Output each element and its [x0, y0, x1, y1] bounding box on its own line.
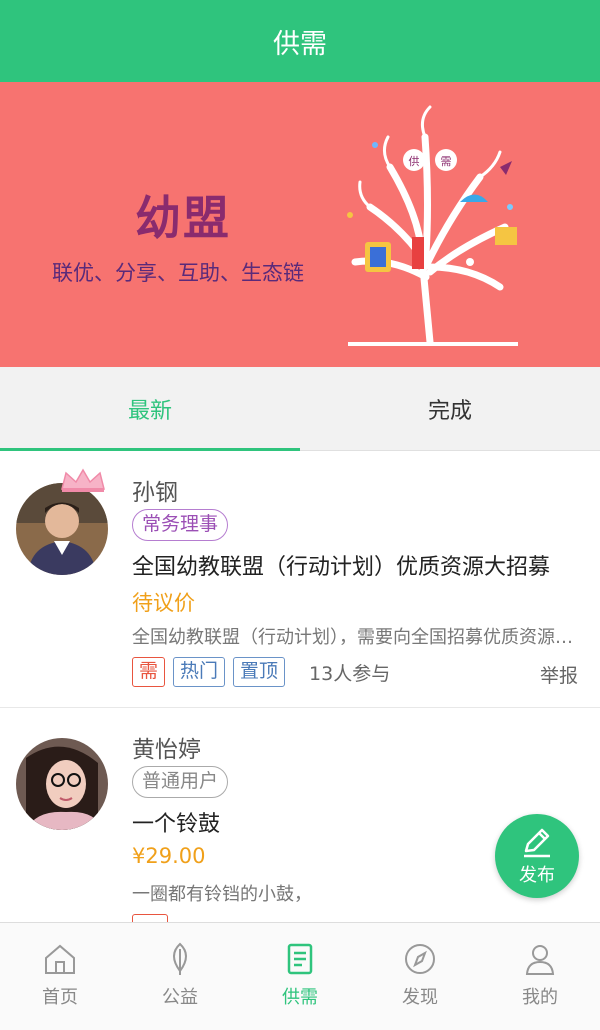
post-title: 全国幼教联盟（行动计划）优质资源大招募: [132, 555, 551, 580]
role-badge: 普通用户: [132, 766, 229, 798]
banner-title: 幼盟: [135, 191, 231, 245]
user-name: 孙钢: [132, 480, 178, 506]
list-item[interactable]: 孙钢 常务理事 全国幼教联盟（行动计划）优质资源大招募 待议价 全国幼教联盟（行…: [0, 451, 600, 708]
nav-home[interactable]: 首页: [0, 923, 120, 1030]
tab-completed-label: 完成: [427, 398, 472, 424]
bottom-nav: 首页 公益 供需 发现 我的: [0, 922, 600, 1030]
list-item[interactable]: 黄怡婷 普通用户 一个铃鼓 ¥29.00 一圈都有铃铛的小鼓，: [0, 708, 600, 922]
post-price: 待议价: [132, 591, 195, 615]
home-icon: [45, 944, 75, 974]
tree-illustration: 供 需: [347, 105, 518, 346]
user-name: 黄怡婷: [132, 737, 201, 763]
tab-completed[interactable]: 完成: [300, 367, 600, 450]
crown-icon: [61, 468, 105, 492]
document-icon: [287, 943, 313, 975]
tree-label-supply: 供: [409, 154, 420, 168]
publish-button[interactable]: 发布: [495, 814, 579, 898]
page-title: 供需: [273, 28, 327, 60]
nav-charity[interactable]: 公益: [120, 923, 240, 1030]
nav-supply-demand-label: 供需: [282, 987, 318, 1008]
tab-latest[interactable]: 最新: [0, 367, 300, 451]
pencil-icon: [524, 828, 550, 858]
nav-mine[interactable]: 我的: [480, 923, 600, 1030]
nav-discover-label: 发现: [402, 987, 438, 1008]
banner-subtitle: 联优、分享、互助、生态链: [52, 261, 304, 285]
tag-row: 需 热门 置顶 13人参与: [132, 657, 390, 687]
nav-home-label: 首页: [42, 987, 78, 1008]
tag-pinned: 置顶: [233, 657, 286, 687]
avatar[interactable]: [16, 738, 108, 830]
tree-label-demand: 需: [441, 155, 452, 168]
publish-label: 发布: [519, 865, 555, 886]
post-title: 一个铃鼓: [132, 812, 221, 837]
nav-mine-label: 我的: [522, 987, 558, 1008]
tag-hot: 热门: [173, 657, 226, 687]
tag-row: [132, 914, 168, 922]
compass-icon: [405, 944, 435, 974]
banner[interactable]: 幼盟 联优、分享、互助、生态链 供 需: [0, 82, 600, 367]
tab-latest-label: 最新: [127, 398, 172, 424]
post-description: 全国幼教联盟（行动计划），需要向全国招募优质资源…: [132, 627, 573, 648]
nav-charity-label: 公益: [162, 987, 198, 1008]
app-header: 供需: [0, 0, 600, 82]
user-icon: [525, 945, 555, 975]
nav-discover[interactable]: 发现: [360, 923, 480, 1030]
tag-demand: 需: [132, 657, 166, 687]
tag-partial: [132, 914, 168, 922]
role-badge: 常务理事: [132, 509, 229, 541]
post-price: ¥29.00: [132, 844, 206, 868]
report-link[interactable]: 举报: [540, 661, 578, 688]
leaf-icon: [173, 942, 187, 975]
nav-supply-demand[interactable]: 供需: [240, 923, 360, 1030]
avatar[interactable]: [16, 483, 108, 575]
tab-bar: 最新 完成: [0, 367, 600, 451]
participant-count: 13人参与: [309, 662, 391, 685]
